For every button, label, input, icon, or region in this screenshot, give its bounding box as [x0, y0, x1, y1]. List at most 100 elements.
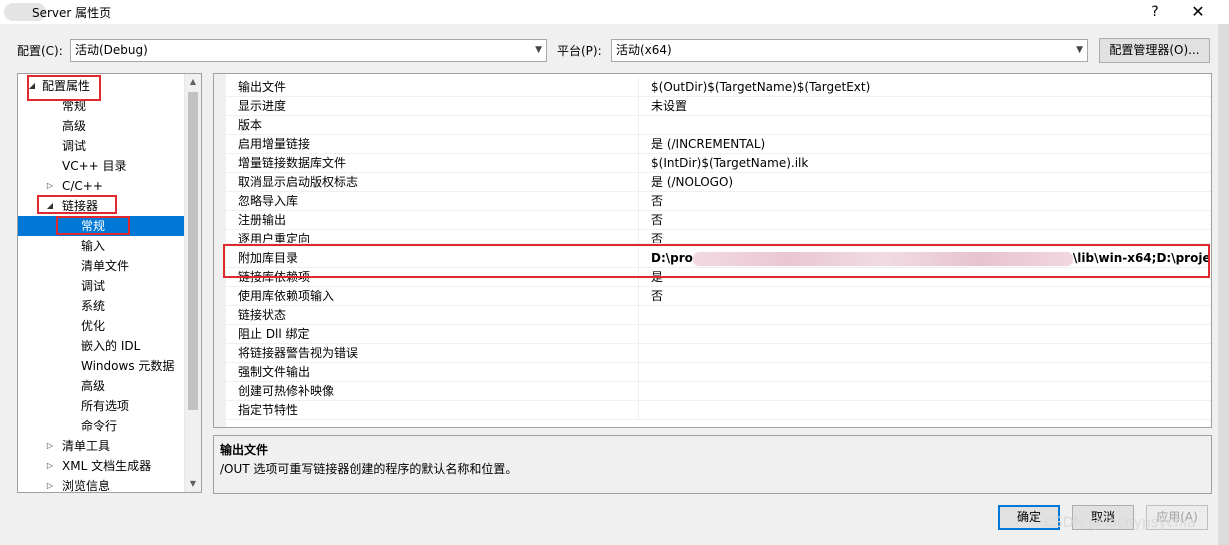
tree-item-label: 清单文件 [81, 259, 130, 273]
property-value[interactable]: 是 (/NOLOGO) [638, 173, 1210, 192]
property-value[interactable]: $(OutDir)$(TargetName)$(TargetExt) [638, 78, 1210, 97]
scroll-thumb[interactable] [188, 92, 198, 410]
property-name: 注册输出 [238, 213, 287, 227]
tree-item-config-properties[interactable]: ◢ 配置属性 [26, 76, 192, 96]
watermark: CSDN @Tachypsychia [1044, 515, 1196, 531]
collapsed-icon[interactable]: ▷ [44, 436, 56, 456]
property-value[interactable]: $(IntDir)$(TargetName).ilk [638, 154, 1210, 173]
close-button[interactable]: ✕ [1183, 2, 1213, 22]
library-dir-value-end: \lib\win-x64;D:\project [1072, 251, 1210, 265]
tree-scrollbar[interactable]: ▲ ▼ [184, 74, 201, 492]
property-row[interactable]: 忽略导入库 否 [226, 192, 1211, 211]
tree-item-label: 调试 [81, 279, 106, 293]
property-name: 创建可热修补映像 [238, 384, 335, 398]
property-name: 显示进度 [238, 99, 287, 113]
property-value[interactable]: 否 [638, 211, 1210, 230]
property-row[interactable]: 增量链接数据库文件 $(IntDir)$(TargetName).ilk [226, 154, 1211, 173]
tree-item-browse-info[interactable]: ▷ 浏览信息 [44, 476, 201, 493]
tree-item-manifest-tool[interactable]: ▷ 清单工具 [44, 436, 201, 456]
property-value[interactable]: 未设置 [638, 97, 1210, 116]
property-tree: ◢ 配置属性 常规 高级 调试 VC++ 目录 ▷ C/C++ ◢ 链接器 常规… [17, 73, 202, 493]
property-row[interactable]: 输出文件 $(OutDir)$(TargetName)$(TargetExt) [226, 78, 1211, 97]
title-bar: Server 属性页 ? ✕ [0, 0, 1229, 24]
property-name: 附加库目录 [238, 251, 299, 265]
configuration-manager-button[interactable]: 配置管理器(O)... [1099, 38, 1210, 63]
tree-item-label: 优化 [81, 319, 106, 333]
property-row[interactable]: 指定节特性 [226, 401, 1211, 420]
tree-item-xml-doc-generator[interactable]: ▷ XML 文档生成器 [44, 456, 201, 476]
property-value[interactable]: 是 [638, 268, 1210, 287]
property-value[interactable] [638, 325, 1210, 344]
expanded-icon[interactable]: ◢ [44, 196, 56, 216]
property-value[interactable] [638, 116, 1210, 135]
property-value[interactable] [638, 306, 1210, 325]
scroll-down-icon[interactable]: ▼ [185, 476, 201, 492]
property-value[interactable]: D:\pro \lib\win-x64;D:\project [638, 249, 1210, 268]
property-row[interactable]: 将链接器警告视为错误 [226, 344, 1211, 363]
property-grid: 输出文件 $(OutDir)$(TargetName)$(TargetExt) … [213, 73, 1212, 428]
property-name: 使用库依赖项输入 [238, 289, 335, 303]
tree-item-label: C/C++ [62, 179, 103, 193]
property-name: 链接状态 [238, 308, 287, 322]
property-row[interactable]: 逐用户重定向 否 [226, 230, 1211, 244]
tree-item-vc-directories[interactable]: VC++ 目录 [62, 156, 201, 176]
property-row[interactable]: 注册输出 否 [226, 211, 1211, 230]
tree-item-label: 所有选项 [81, 399, 130, 413]
property-name: 指定节特性 [238, 403, 299, 417]
property-name: 增量链接数据库文件 [238, 156, 347, 170]
tree-item-linker-general[interactable]: 常规 [18, 216, 184, 236]
property-value[interactable] [638, 363, 1210, 382]
redacted-path [692, 251, 1073, 266]
property-value[interactable]: 是 (/INCREMENTAL) [638, 135, 1210, 154]
tree-item-label: 浏览信息 [62, 479, 111, 493]
tree-item-advanced[interactable]: 高级 [62, 116, 201, 136]
property-row[interactable]: 强制文件输出 [226, 363, 1211, 382]
tree-item-label: 调试 [62, 139, 87, 153]
config-label: 配置(C): [17, 44, 63, 58]
property-name: 启用增量链接 [238, 137, 311, 151]
property-name: 逐用户重定向 [238, 232, 311, 244]
property-row[interactable]: 显示进度 未设置 [226, 97, 1211, 116]
scroll-up-icon[interactable]: ▲ [185, 74, 201, 90]
property-value[interactable]: 否 [638, 192, 1210, 211]
description-title: 输出文件 [220, 443, 269, 457]
window-edge [1218, 24, 1229, 545]
platform-label: 平台(P): [557, 44, 602, 58]
collapsed-icon[interactable]: ▷ [44, 176, 56, 196]
chevron-down-icon: ▼ [1076, 45, 1083, 55]
property-name: 忽略导入库 [238, 194, 299, 208]
tree-item-general[interactable]: 常规 [62, 96, 201, 116]
property-row[interactable]: 链接状态 [226, 306, 1211, 325]
platform-select[interactable]: 活动(x64) ▼ [611, 39, 1088, 62]
property-row-additional-library-dirs[interactable]: 附加库目录 D:\pro \lib\win-x64;D:\project [226, 249, 1211, 268]
expanded-icon[interactable]: ◢ [26, 76, 38, 96]
tree-item-linker[interactable]: ◢ 链接器 [44, 196, 201, 216]
tree-item-label: VC++ 目录 [62, 159, 127, 173]
chevron-down-icon: ▼ [535, 45, 542, 55]
tree-item-c-cpp[interactable]: ▷ C/C++ [44, 176, 201, 196]
property-row[interactable]: 启用增量链接 是 (/INCREMENTAL) [226, 135, 1211, 154]
help-button[interactable]: ? [1140, 2, 1170, 22]
property-row[interactable]: 使用库依赖项输入 否 [226, 287, 1211, 306]
config-select[interactable]: 活动(Debug) ▼ [70, 39, 547, 62]
property-row[interactable]: 取消显示启动版权标志 是 (/NOLOGO) [226, 173, 1211, 192]
collapsed-icon[interactable]: ▷ [44, 456, 56, 476]
window-title: Server 属性页 [32, 6, 112, 20]
property-value[interactable] [638, 382, 1210, 401]
property-value[interactable] [638, 344, 1210, 363]
property-name: 将链接器警告视为错误 [238, 346, 359, 360]
tree-item-label: 清单工具 [62, 439, 111, 453]
tree-item-label: 嵌入的 IDL [81, 339, 141, 353]
property-row[interactable]: 创建可热修补映像 [226, 382, 1211, 401]
property-row[interactable]: 阻止 Dll 绑定 [226, 325, 1211, 344]
property-value[interactable]: 否 [638, 287, 1210, 306]
property-row[interactable]: 版本 [226, 116, 1211, 135]
property-value[interactable]: 否 [638, 230, 1210, 243]
collapsed-icon[interactable]: ▷ [44, 476, 56, 492]
property-value[interactable] [638, 401, 1210, 420]
property-row[interactable]: 链接库依赖项 是 [226, 268, 1211, 287]
tree-item-debugging[interactable]: 调试 [62, 136, 201, 156]
property-name: 链接库依赖项 [238, 270, 311, 284]
tree-item-label: 常规 [62, 99, 87, 113]
config-select-value: 活动(Debug) [75, 43, 148, 57]
